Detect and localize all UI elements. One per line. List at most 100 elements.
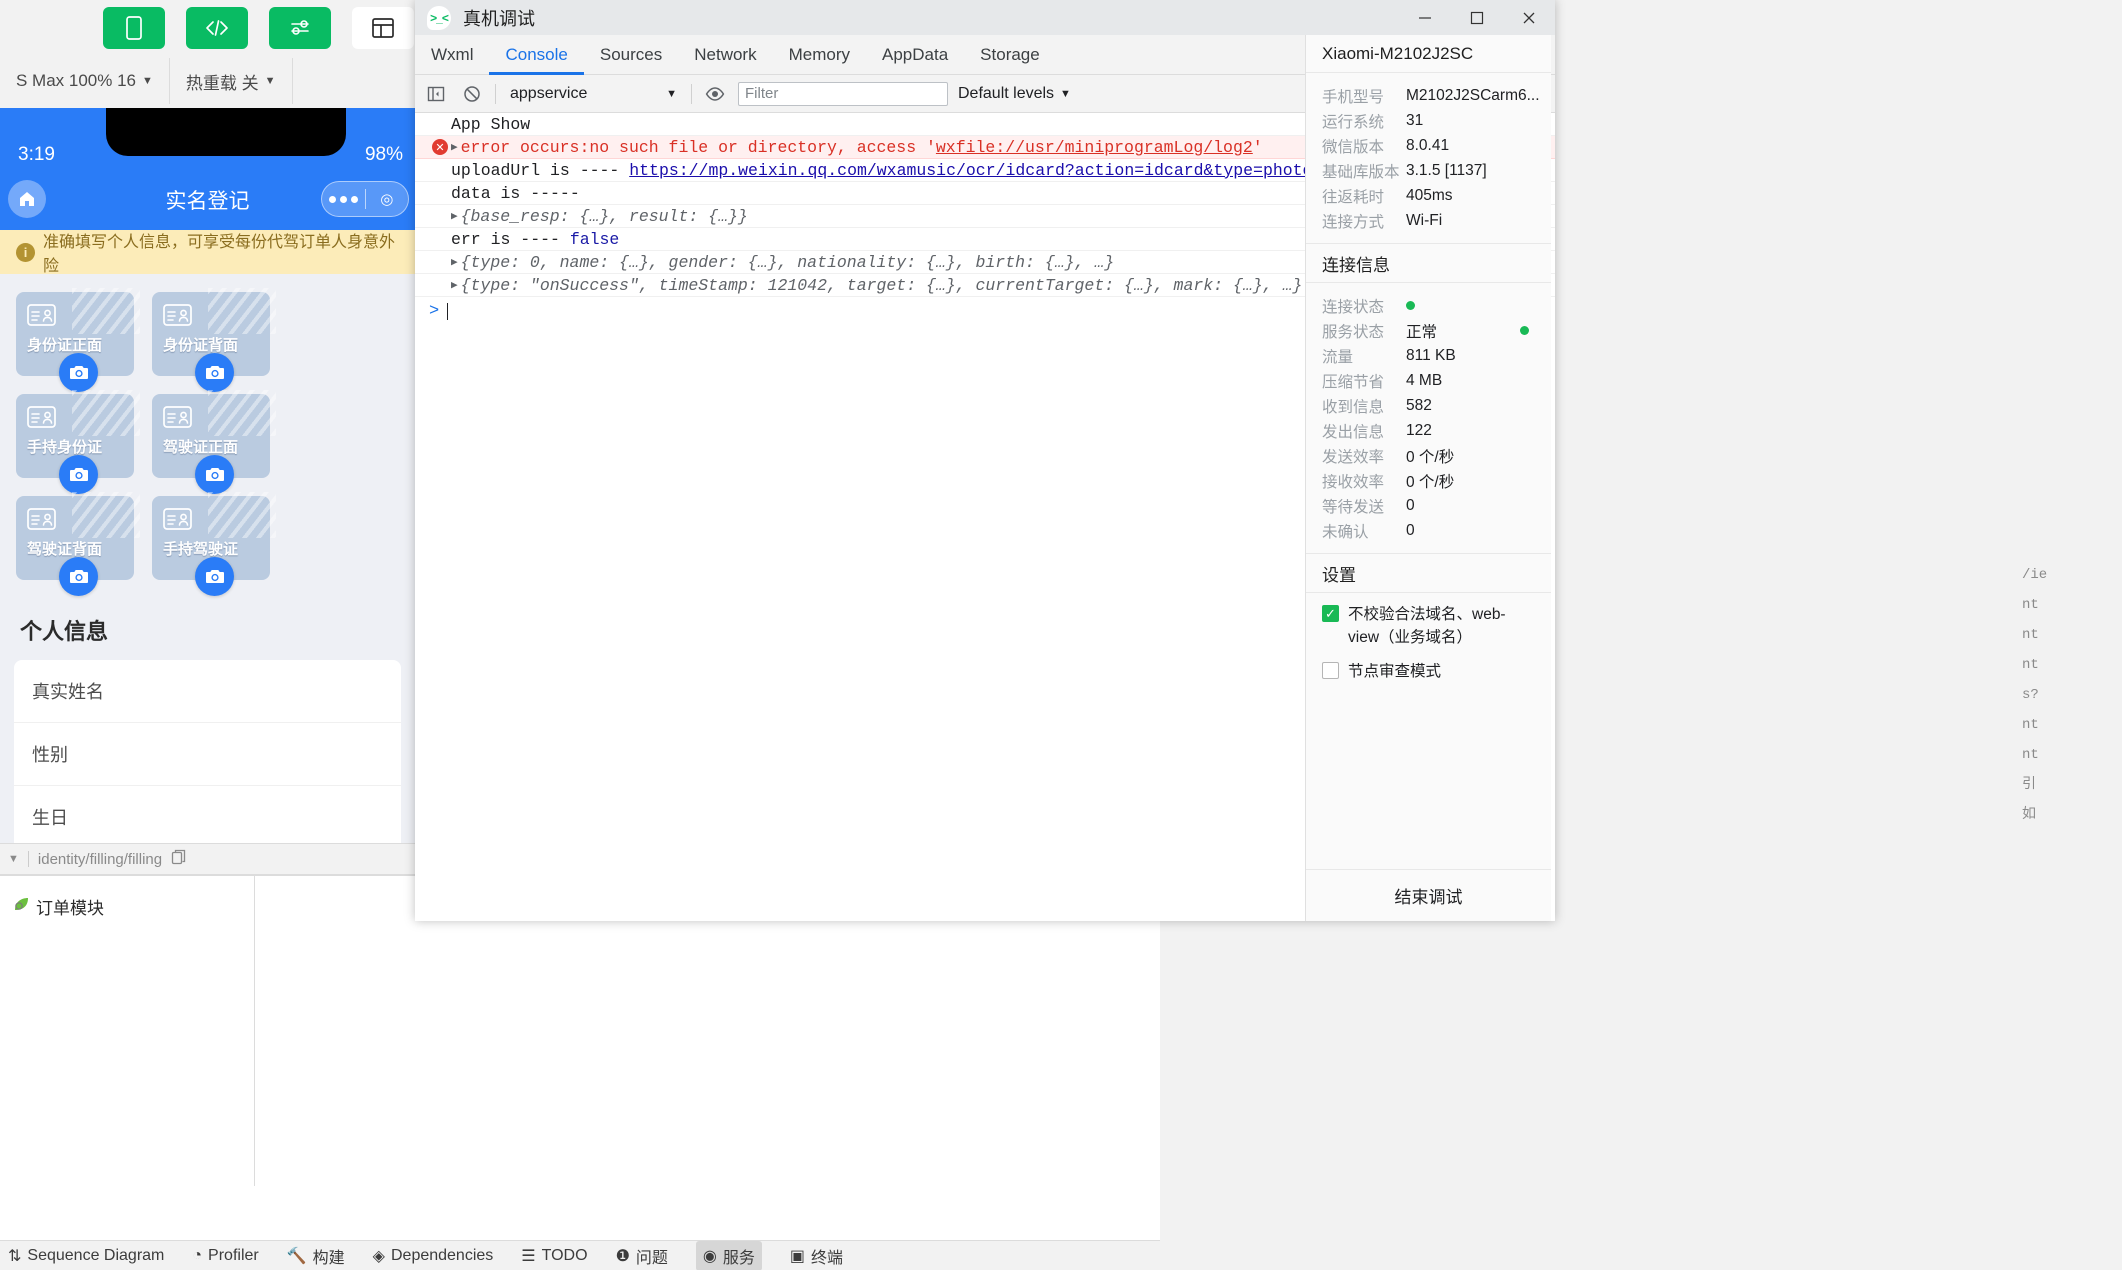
checkbox-checked-icon[interactable]: ✓: [1322, 605, 1339, 622]
log-message: err is ----: [451, 229, 570, 249]
phone-simulator[interactable]: 3:19 98% 实名登记 ◎ i 准确填写个人信息，可享受每份代驾订单人身意外…: [0, 108, 415, 843]
checkbox-unchecked-icon[interactable]: [1322, 661, 1339, 679]
green-dot-icon: [1406, 300, 1415, 310]
log-message: uploadUrl is ----: [451, 160, 630, 180]
live-expression-icon[interactable]: [702, 81, 728, 107]
chevron-down-icon[interactable]: ▼: [8, 853, 19, 865]
device-row-value: M2102J2SCarm6...: [1406, 86, 1540, 104]
tab-label: Wxml: [431, 44, 474, 64]
maximize-button[interactable]: [1451, 0, 1503, 35]
camera-icon[interactable]: [195, 455, 234, 494]
tab-memory[interactable]: Memory: [773, 35, 866, 75]
statusbar-item-dependencies[interactable]: ◈ Dependencies: [373, 1246, 494, 1266]
conn-row-receive-rate: 接收效率 0 个/秒: [1306, 468, 1551, 493]
camera-icon[interactable]: [195, 557, 234, 596]
connection-info-rows: 连接状态 服务状态 正常 流量 811 KB 压缩节省 4 MB 收到信息 58…: [1306, 283, 1551, 543]
expand-triangle-icon[interactable]: ▶: [451, 140, 458, 154]
device-row-model: 手机型号 M2102J2SCarm6...: [1306, 83, 1551, 108]
statusbar-item-profiler[interactable]: ◔ Profiler: [192, 1247, 258, 1265]
conn-row-key: 发送效率: [1322, 448, 1385, 466]
log-message: data is -----: [451, 183, 580, 203]
upload-card-id-back[interactable]: 身份证背面: [152, 288, 276, 392]
tab-sources[interactable]: Sources: [584, 35, 678, 75]
conn-row-value: 582: [1406, 396, 1432, 414]
expand-triangle-icon[interactable]: ▶: [451, 255, 458, 269]
log-message-url[interactable]: wxfile://usr/miniprogramLog/log2: [936, 138, 1253, 157]
conn-row-key: 发出信息: [1322, 423, 1385, 441]
conn-status-dot: [1406, 297, 1535, 315]
run-tree-root[interactable]: 订单模块: [0, 876, 255, 936]
tab-appdata[interactable]: AppData: [866, 35, 964, 75]
upload-card-license-back[interactable]: 驾驶证背面: [16, 492, 140, 596]
card-sheen: [72, 288, 140, 334]
camera-icon[interactable]: [59, 455, 98, 494]
chevron-down-icon: ▼: [264, 75, 276, 87]
statusbar-item-services[interactable]: ◉ 服务: [695, 1240, 762, 1270]
conn-row-value: 0 个/秒: [1406, 448, 1455, 466]
editor-code-peek: /ie nt nt nt s? nt nt 引 如: [2022, 560, 2122, 830]
warning-icon: ❶: [615, 1247, 630, 1265]
expand-triangle-icon[interactable]: ▶: [451, 209, 458, 223]
context-selector[interactable]: appservice ▼: [506, 82, 681, 106]
statusbar-item-problems[interactable]: ❶ 问题: [616, 1244, 668, 1268]
log-message: {base_resp: {…}, result: {…}}: [460, 206, 748, 226]
tab-storage[interactable]: Storage: [964, 35, 1056, 75]
hotreload-selector[interactable]: 热重载 关 ▼: [170, 58, 293, 104]
log-message-tail: ': [1252, 137, 1263, 157]
statusbar-item-todo[interactable]: ☰ TODO: [521, 1246, 587, 1266]
wechat-capsule[interactable]: ◎: [321, 181, 409, 217]
log-message-url[interactable]: https://mp.weixin.qq.com/wxamusic/ocr/id…: [629, 161, 1312, 180]
panel-toggle-icon[interactable]: [423, 81, 449, 107]
upload-card-license-front[interactable]: 驾驶证正面: [152, 390, 276, 494]
tab-network[interactable]: Network: [678, 35, 772, 75]
setting-node-inspect-mode[interactable]: 节点审查模式: [1306, 650, 1551, 683]
conn-row-value: 4 MB: [1406, 371, 1443, 389]
copy-icon[interactable]: [171, 849, 187, 869]
current-page-path: identity/filling/filling: [37, 850, 163, 868]
divider: [495, 83, 496, 104]
statusbar-item-terminal[interactable]: ▣ 终端: [790, 1244, 843, 1268]
conn-row-value: 122: [1406, 421, 1432, 439]
form-row-gender[interactable]: 性别: [14, 723, 401, 786]
conn-row-sent: 发出信息 122: [1306, 418, 1551, 443]
form-row-birthday[interactable]: 生日: [14, 786, 401, 843]
sim-header: 3:19 98% 实名登记 ◎: [0, 108, 415, 230]
setting-skip-domain-check[interactable]: ✓ 不校验合法域名、web-view（业务域名）: [1306, 593, 1551, 650]
more-dots-icon[interactable]: [322, 195, 365, 203]
device-selector[interactable]: S Max 100% 16 ▼: [0, 58, 170, 104]
log-level-selector[interactable]: Default levels ▼: [958, 85, 1071, 103]
target-icon[interactable]: ◎: [366, 190, 409, 208]
log-message: {type: "onSuccess", timeStamp: 121042, t…: [460, 275, 1303, 295]
context-selector-value: appservice: [510, 84, 588, 102]
statusbar-label: 终端: [811, 1249, 844, 1267]
upload-card-id-front[interactable]: 身份证正面: [16, 288, 140, 392]
device-selector-label: S Max 100% 16: [16, 71, 137, 90]
devtools-titlebar[interactable]: >_< 真机调试: [415, 0, 1555, 35]
end-debug-button[interactable]: 结束调试: [1306, 869, 1551, 921]
minimize-button[interactable]: [1399, 0, 1451, 35]
log-level-value: Default levels: [958, 84, 1055, 102]
tab-wxml[interactable]: Wxml: [415, 35, 489, 75]
filter-placeholder: Filter: [745, 85, 779, 102]
conn-row-key: 收到信息: [1322, 398, 1385, 416]
statusbar-item-sequence-diagram[interactable]: ⇅ Sequence Diagram: [8, 1246, 164, 1266]
form-row-name[interactable]: 真实姓名: [14, 660, 401, 723]
window-title: 真机调试: [463, 8, 535, 29]
upload-card-license-hold[interactable]: 手持驾驶证: [152, 492, 276, 596]
camera-icon[interactable]: [59, 557, 98, 596]
expand-triangle-icon[interactable]: ▶: [451, 278, 458, 292]
battery-indicator: 98%: [364, 144, 403, 165]
upload-card-id-hold[interactable]: 手持身份证: [16, 390, 140, 494]
close-button[interactable]: [1503, 0, 1555, 35]
id-card-icon: [27, 304, 56, 331]
statusbar-label: Dependencies: [390, 1246, 494, 1264]
green-dot-icon: [1520, 326, 1529, 335]
console-filter-input[interactable]: Filter: [738, 81, 948, 106]
clear-console-icon[interactable]: [459, 81, 485, 107]
statusbar-item-build[interactable]: 🔨 构建: [287, 1244, 345, 1268]
tab-console[interactable]: Console: [489, 35, 583, 75]
camera-icon[interactable]: [59, 353, 98, 392]
camera-icon[interactable]: [195, 353, 234, 392]
device-row-baselib-version: 基础库版本 3.1.5 [1137]: [1306, 158, 1551, 183]
home-icon[interactable]: [8, 180, 46, 218]
